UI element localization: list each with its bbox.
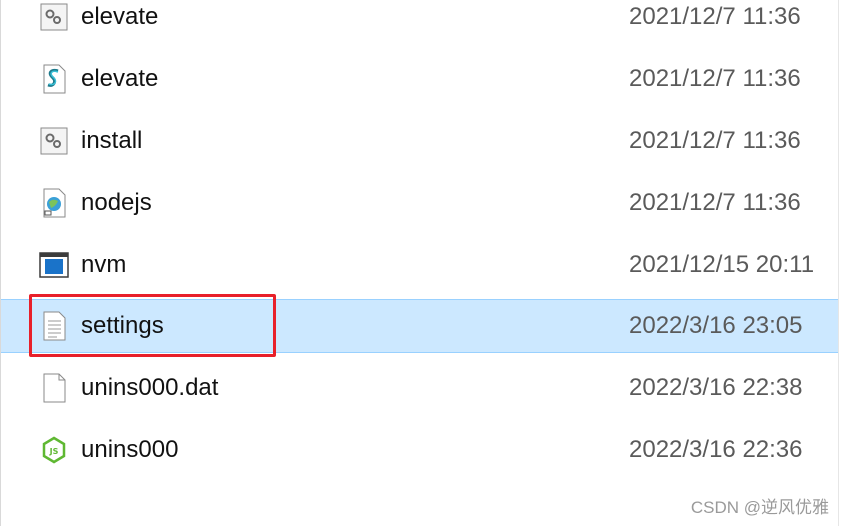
nodejs-icon: JS — [39, 434, 69, 466]
file-row-unins000-exe[interactable]: JS unins000 2022/3/16 22:36 — [1, 423, 838, 477]
file-name: nodejs — [81, 189, 152, 216]
file-date: 2022/3/16 22:36 — [629, 436, 803, 463]
red-highlight-annotation — [29, 294, 276, 357]
shortcut-file-icon — [39, 187, 69, 219]
file-row-install[interactable]: install 2021/12/7 11:36 — [1, 114, 838, 168]
svg-text:JS: JS — [49, 447, 59, 456]
file-date: 2021/12/7 11:36 — [629, 127, 801, 154]
file-row-nvm[interactable]: nvm 2021/12/15 20:11 — [1, 238, 838, 292]
file-date: 2022/3/16 22:38 — [629, 374, 803, 401]
file-row-elevate-vbs[interactable]: elevate 2021/12/7 11:36 — [1, 0, 838, 44]
file-date: 2021/12/7 11:36 — [629, 189, 801, 216]
file-row-nodejs[interactable]: nodejs 2021/12/7 11:36 — [1, 176, 838, 230]
gear-file-icon — [39, 125, 69, 157]
file-name: elevate — [81, 3, 159, 30]
watermark: CSDN @逆风优雅 — [690, 498, 829, 517]
file-date: 2021/12/7 11:36 — [629, 3, 801, 30]
application-icon — [39, 249, 69, 281]
file-row-elevate-exe[interactable]: elevate 2021/12/7 11:36 — [1, 52, 838, 106]
file-name: unins000 — [81, 436, 179, 463]
script-file-icon — [39, 63, 69, 95]
list-right-border — [838, 0, 839, 526]
blank-file-icon — [39, 372, 69, 404]
file-name: elevate — [81, 65, 159, 92]
file-date: 2021/12/15 20:11 — [629, 251, 815, 278]
gear-file-icon — [39, 1, 69, 33]
file-name: install — [81, 127, 143, 154]
file-date: 2022/3/16 23:05 — [629, 312, 803, 339]
file-name: unins000.dat — [81, 374, 219, 401]
file-date: 2021/12/7 11:36 — [629, 65, 801, 92]
file-row-unins000-dat[interactable]: unins000.dat 2022/3/16 22:38 — [1, 361, 838, 415]
file-name: nvm — [81, 251, 127, 278]
